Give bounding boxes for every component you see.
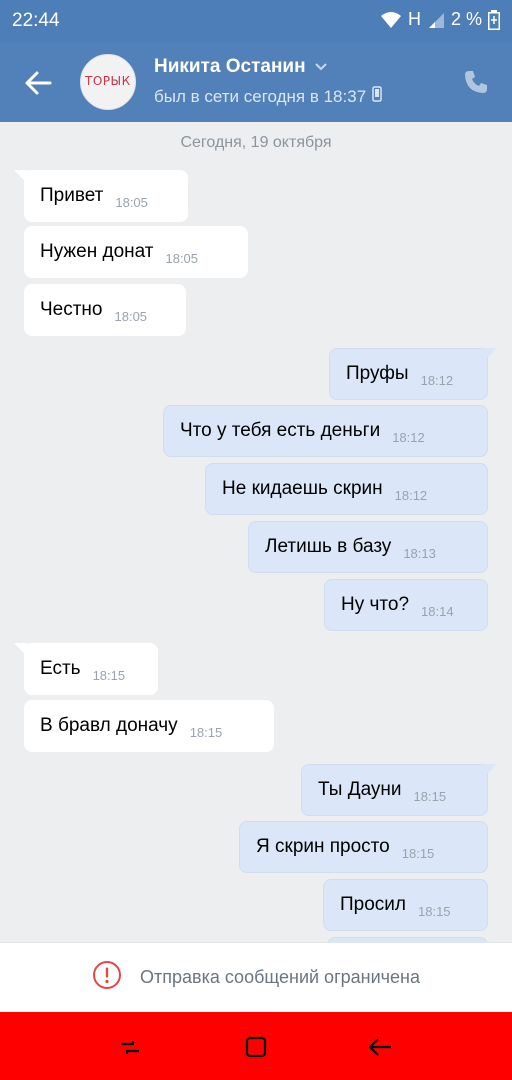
message-incoming[interactable]: Нужен донат 18:05 [24, 226, 248, 278]
network-type: H [407, 9, 421, 29]
message-time: 18:12 [394, 487, 428, 503]
restriction-text: Отправка сообщений ограничена [140, 967, 420, 987]
contact-name: Никита Останин [154, 56, 306, 77]
message-incoming[interactable]: В бравл доначу 18:15 [24, 700, 274, 752]
back-icon[interactable] [365, 1032, 395, 1062]
battery-icon [488, 9, 500, 30]
message-time: 18:15 [189, 724, 223, 740]
message-outgoing[interactable]: Что у тебя есть деньги 18:12 [163, 405, 488, 457]
contact-name-button[interactable]: Никита Останин [154, 56, 328, 78]
status-icons: H 2 % [380, 9, 500, 30]
status-bar: 22:44 H 2 % [0, 0, 512, 42]
message-text: Пруфы [346, 363, 409, 384]
message-outgoing[interactable]: Летишь в базу 18:13 [248, 521, 488, 573]
message-text: Привет [40, 185, 104, 206]
message-time: 18:14 [421, 603, 454, 619]
message-text: Нужен донат [40, 241, 154, 262]
message-text: Ты Дауни [318, 779, 402, 800]
last-seen: был в сети сегодня в 18:37 [154, 86, 382, 107]
message-time: 18:12 [392, 429, 425, 445]
message-outgoing[interactable]: Ну что? 18:14 [324, 579, 488, 631]
message-incoming[interactable]: Привет 18:05 [14, 170, 188, 222]
message-time: 18:15 [413, 788, 447, 804]
message-time: 18:15 [401, 845, 435, 861]
message-text: Летишь в базу [265, 536, 392, 557]
date-separator: Сегодня, 19 октября [180, 134, 332, 151]
warning-icon [92, 960, 122, 995]
message-outgoing[interactable]: Просил 18:15 [323, 879, 488, 931]
message-text: Просил [340, 894, 406, 915]
message-text: В бравл доначу [40, 715, 178, 736]
message-outgoing[interactable]: Не кидаешь скрин 18:12 [205, 463, 488, 515]
back-arrow-icon[interactable] [22, 66, 56, 100]
message-time: 18:13 [403, 545, 436, 561]
message-time: 18:05 [114, 308, 148, 324]
message-text: Что у тебя есть деньги [180, 420, 381, 441]
chevron-down-icon [314, 56, 328, 78]
message-text: Честно [40, 299, 103, 320]
message-list[interactable]: Сегодня, 19 октября Привет 18:05 Нужен д… [0, 122, 512, 942]
message-incoming[interactable]: Есть 18:15 [14, 643, 158, 695]
message-time: 18:15 [92, 667, 126, 683]
avatar-text: ТОРЫК [85, 74, 131, 88]
last-seen-text: был в сети сегодня в 18:37 [154, 86, 367, 106]
message-outgoing[interactable]: Ты Дауни 18:15 [301, 764, 497, 816]
message-outgoing[interactable]: Пруфы 18:12 [329, 348, 497, 400]
system-nav-bar [0, 1012, 512, 1080]
message-outgoing[interactable]: Я скрин просто 18:15 [239, 821, 488, 873]
message-time: 18:05 [165, 250, 199, 266]
battery-percent: 2 % [450, 9, 482, 29]
message-text: Ну что? [341, 594, 410, 615]
phone-icon[interactable] [462, 68, 490, 96]
message-time: 18:12 [420, 372, 454, 388]
avatar[interactable]: ТОРЫК [80, 54, 136, 110]
message-text: Я скрин просто [256, 836, 390, 857]
message-time: 18:15 [418, 903, 451, 919]
recent-apps-icon[interactable] [115, 1032, 145, 1062]
message-time: 18:05 [115, 194, 148, 210]
status-time: 22:44 [12, 10, 60, 31]
home-icon[interactable] [241, 1032, 271, 1062]
message-text: Не кидаешь скрин [222, 478, 383, 499]
mobile-icon [372, 86, 382, 107]
signal-icon [427, 11, 445, 29]
restriction-notice: Отправка сообщений ограничена [0, 942, 512, 1012]
chat-header: ТОРЫК Никита Останин был в сети сегодня … [0, 42, 512, 122]
message-text: Есть [40, 658, 81, 679]
wifi-icon [380, 11, 402, 29]
message-incoming[interactable]: Честно 18:05 [24, 284, 186, 336]
